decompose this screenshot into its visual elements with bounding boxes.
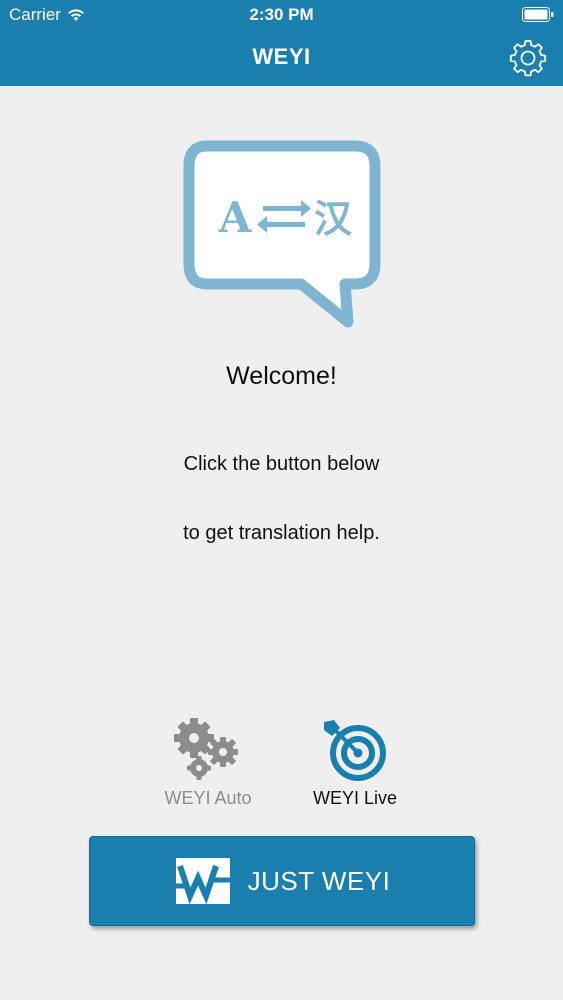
gear-icon xyxy=(509,40,547,77)
speech-bubble-translate-icon: A 汉 xyxy=(183,140,381,328)
status-time: 2:30 PM xyxy=(249,5,314,24)
header: Carrier 2:30 PM WEYI xyxy=(0,0,563,86)
mode-weyi-live-label: WEYI Live xyxy=(312,788,398,808)
translation-logo: A 汉 xyxy=(183,140,381,330)
logo-letter-a: A xyxy=(218,193,253,242)
battery-icon xyxy=(522,7,554,22)
settings-button[interactable] xyxy=(507,37,549,79)
gears-icon xyxy=(174,718,238,780)
target-icon xyxy=(324,720,386,781)
logo-hanzi: 汉 xyxy=(314,197,353,241)
mode-weyi-auto[interactable]: WEYI Auto xyxy=(138,716,278,809)
just-weyi-label: JUST WEYI xyxy=(247,865,391,896)
instruction-line-2: to get translation help. xyxy=(183,522,380,544)
welcome-heading: Welcome! xyxy=(226,362,337,390)
status-bar: Carrier 2:30 PM xyxy=(0,0,563,30)
just-weyi-button[interactable]: JUST WEYI xyxy=(89,836,475,926)
mode-weyi-live[interactable]: WEYI Live xyxy=(285,716,425,809)
mode-weyi-auto-label: WEYI Auto xyxy=(164,788,252,808)
page-title: WEYI xyxy=(252,44,311,69)
instruction-line-1: Click the button below xyxy=(183,453,380,475)
weyi-logo-icon xyxy=(175,858,230,905)
